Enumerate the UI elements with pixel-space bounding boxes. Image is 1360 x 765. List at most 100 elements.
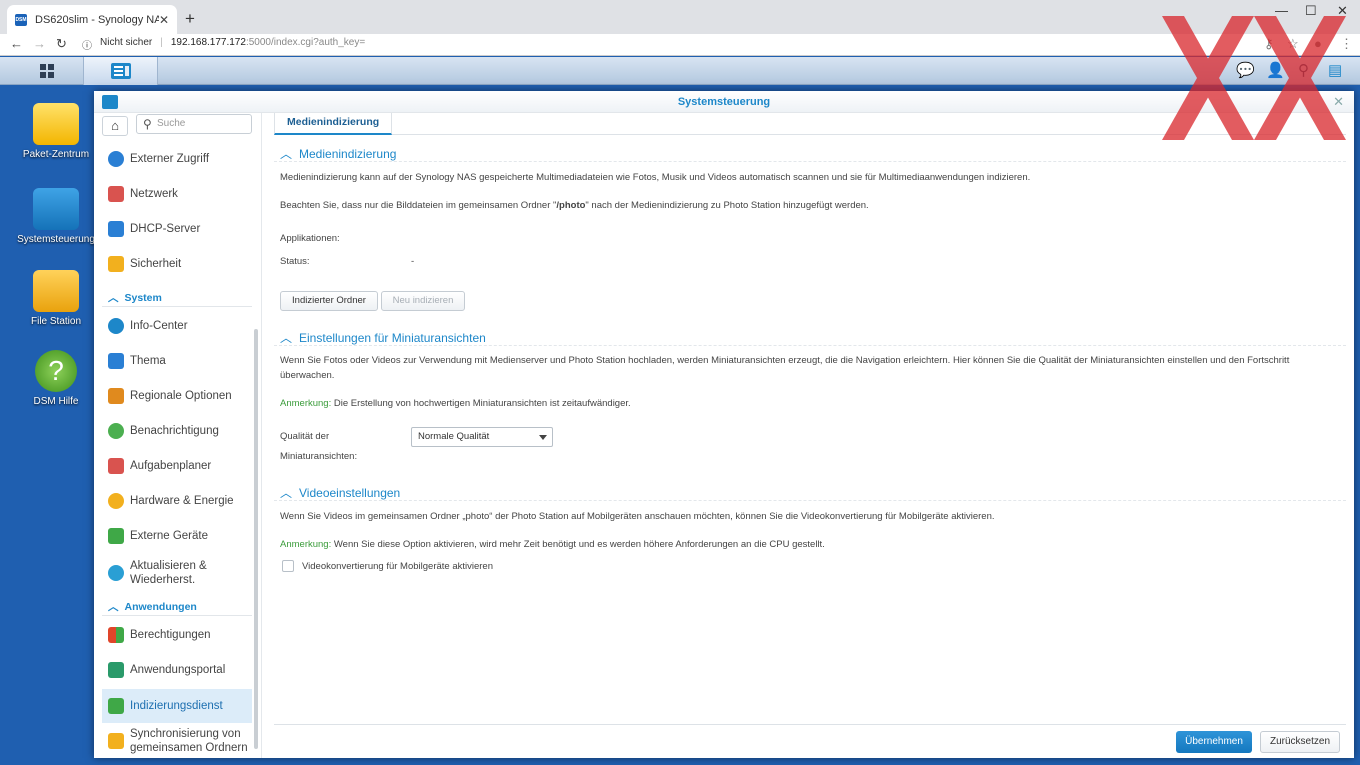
desktop-icon-label: Systemsteuerung	[17, 234, 95, 245]
sidebar-item-label: Hardware & Energie	[130, 495, 234, 507]
desktop-icon-dsm-help[interactable]: ? DSM Hilfe	[16, 350, 96, 407]
dsm-favicon-icon: DSM	[15, 13, 27, 26]
sidebar-item-theme[interactable]: Thema	[102, 344, 252, 378]
section-video-settings[interactable]: ︿ Videoeinstellungen	[280, 484, 400, 501]
address-bar: ← → ↻ ⓘ Nicht sicher | 192.168.177.172 :…	[0, 34, 1360, 56]
grid-icon	[39, 64, 54, 78]
close-tab-icon[interactable]: ✕	[159, 13, 169, 27]
browser-tab-title: DS620slim - Synology NAS	[35, 13, 159, 26]
note-text: " nach der Medienindizierung zu Photo St…	[585, 200, 869, 211]
photo-folder-note: Beachten Sie, dass nur die Bilddateien i…	[280, 200, 869, 211]
desktop-icon-file-station[interactable]: File Station	[16, 270, 96, 327]
control-panel-icon	[33, 188, 79, 230]
thumbnail-description: Wenn Sie Fotos oder Videos zur Verwendun…	[280, 355, 1290, 381]
sidebar-item-regional[interactable]: Regionale Optionen	[102, 379, 252, 413]
apply-button[interactable]: Übernehmen	[1176, 731, 1252, 753]
desktop-icon-package-center[interactable]: Paket-Zentrum	[16, 103, 96, 160]
calendar-check-icon	[108, 458, 124, 474]
home-button[interactable]: ⌂	[102, 116, 128, 136]
security-label: Nicht sicher	[100, 37, 153, 48]
sidebar-item-security[interactable]: Sicherheit	[102, 247, 252, 281]
folder-icon	[33, 270, 79, 312]
video-description: Wenn Sie Videos im gemeinsamen Ordner „p…	[280, 511, 995, 522]
sidebar-item-external-access[interactable]: Externer Zugriff	[102, 142, 252, 176]
sidebar-item-update-restore[interactable]: Aktualisieren & Wiederherst.	[102, 554, 252, 592]
section-title: Videoeinstellungen	[299, 485, 401, 500]
reindex-button[interactable]: Neu indizieren	[381, 291, 465, 311]
sidebar-item-label: Regionale Optionen	[130, 390, 232, 402]
reload-icon[interactable]: ↻	[56, 36, 67, 52]
sidebar-item-shared-folder-sync[interactable]: Synchronisierung von gemeinsamen Ordnern	[102, 724, 252, 758]
note-text: Wenn Sie diese Option aktivieren, wird m…	[333, 539, 825, 550]
search-input[interactable]: ⚲ Suche	[136, 114, 252, 134]
sidebar-item-external-devices[interactable]: Externe Geräte	[102, 519, 252, 553]
sidebar-item-dhcp[interactable]: DHCP-Server	[102, 212, 252, 246]
chevron-up-icon: ︿	[108, 292, 119, 304]
quality-label: Qualität der	[280, 431, 330, 442]
clock-icon	[108, 388, 124, 404]
package-center-icon	[33, 103, 79, 145]
sidebar-item-label: Externer Zugriff	[130, 153, 210, 165]
video-conversion-label[interactable]: Videokonvertierung für Mobilgeräte aktiv…	[302, 561, 493, 572]
sidebar-scrollbar[interactable]	[254, 329, 258, 749]
indexed-folder-button[interactable]: Indizierter Ordner	[280, 291, 378, 311]
divider	[102, 306, 252, 307]
external-device-icon	[108, 528, 124, 544]
sidebar-item-label: Benachrichtigung	[130, 425, 219, 437]
sidebar-item-application-portal[interactable]: Anwendungsportal	[102, 653, 252, 687]
section-thumbnail-settings[interactable]: ︿ Einstellungen für Miniaturansichten	[280, 329, 486, 346]
sidebar-item-permissions[interactable]: Berechtigungen	[102, 618, 252, 652]
applications-label: Applikationen:	[280, 233, 340, 244]
watermark-xx-logo	[1162, 16, 1346, 140]
search-placeholder: Suche	[157, 118, 186, 129]
lightbulb-icon	[108, 493, 124, 509]
sidebar-item-label: Synchronisierung von gemeinsamen Ordnern	[130, 728, 248, 754]
chevron-down-icon	[539, 435, 547, 440]
search-icon: ⚲	[143, 117, 152, 131]
taskbar-control-panel[interactable]	[84, 57, 158, 85]
video-conversion-checkbox[interactable]	[282, 560, 294, 572]
help-icon: ?	[35, 350, 77, 392]
info-icon[interactable]: ⓘ	[82, 37, 92, 52]
browser-tabstrip: DSM DS620slim - Synology NAS ✕ + — ☐ ✕	[0, 0, 1360, 34]
house-network-icon	[108, 186, 124, 202]
desktop-icon-label: Paket-Zentrum	[22, 149, 90, 160]
tab-media-indexing[interactable]: Medienindizierung	[274, 113, 393, 135]
sidebar-item-info-center[interactable]: Info-Center	[102, 309, 252, 343]
quality-label-cont: Miniaturansichten:	[280, 451, 358, 462]
note-text: Die Erstellung von hochwertigen Miniatur…	[333, 398, 631, 409]
sidebar-section-system[interactable]: ︿ System	[108, 290, 162, 305]
back-icon[interactable]: ←	[10, 36, 23, 51]
divider	[274, 161, 1346, 162]
thumbnail-quality-select[interactable]: Normale Qualität	[411, 427, 553, 447]
forward-icon[interactable]: →	[33, 36, 46, 51]
browser-tab[interactable]: DSM DS620slim - Synology NAS ✕	[7, 5, 177, 34]
reset-button[interactable]: Zurücksetzen	[1260, 731, 1340, 753]
sidebar-item-label: Berechtigungen	[130, 629, 211, 641]
sidebar-item-network[interactable]: Netzwerk	[102, 177, 252, 211]
shield-icon	[108, 256, 124, 272]
home-icon: ⌂	[111, 118, 119, 133]
section-title: Einstellungen für Miniaturansichten	[299, 330, 486, 345]
main-panel: Medienindizierung ︿ Medienindizierung Me…	[274, 113, 1346, 758]
main-menu-button[interactable]	[10, 57, 84, 85]
sidebar-section-applications[interactable]: ︿ Anwendungen	[108, 599, 197, 614]
desktop-icon-control-panel[interactable]: Systemsteuerung	[16, 188, 96, 245]
sidebar-item-task-scheduler[interactable]: Aufgabenplaner	[102, 449, 252, 483]
chevron-up-icon: ︿	[280, 147, 293, 161]
new-tab-button[interactable]: +	[185, 9, 195, 29]
divider	[102, 615, 252, 616]
sidebar-item-label: Netzwerk	[130, 188, 178, 200]
section-media-indexing[interactable]: ︿ Medienindizierung	[280, 145, 396, 162]
url-field[interactable]: ⓘ Nicht sicher | 192.168.177.172 :5000/i…	[82, 37, 365, 52]
sidebar-item-label: Aufgabenplaner	[130, 460, 212, 472]
sidebar-item-notification[interactable]: Benachrichtigung	[102, 414, 252, 448]
sidebar-item-indexing-service[interactable]: Indizierungsdienst	[102, 689, 252, 723]
status-value: -	[411, 256, 415, 267]
sidebar-item-hardware[interactable]: Hardware & Energie	[102, 484, 252, 518]
dhcp-icon	[108, 221, 124, 237]
control-panel-window: Systemsteuerung ✕ ⌂ ⚲ Suche Externer Zug…	[94, 91, 1354, 758]
control-panel-icon	[110, 63, 131, 79]
divider	[274, 500, 1346, 501]
info-icon	[108, 318, 124, 334]
